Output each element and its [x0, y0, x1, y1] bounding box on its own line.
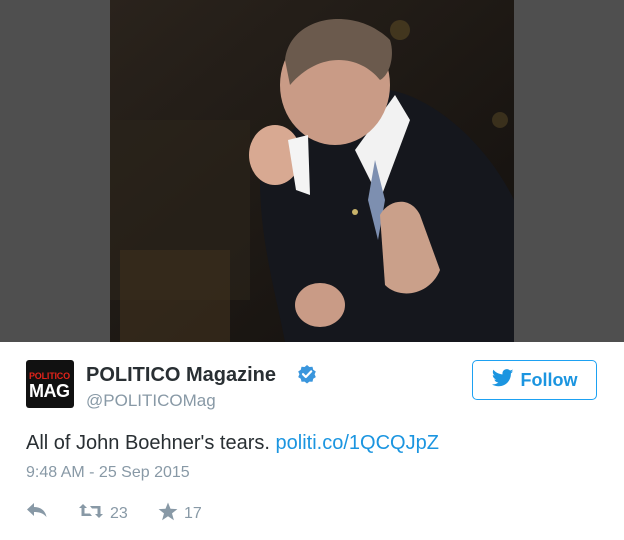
tweet-link[interactable]: politi.co/1QCQJpZ: [276, 432, 439, 454]
retweet-button[interactable]: 23: [78, 502, 128, 525]
verified-badge-icon: [297, 364, 317, 384]
avatar-logo-bottom: MAG: [29, 381, 70, 401]
retweet-icon: [78, 502, 104, 525]
favorite-button[interactable]: 17: [158, 502, 202, 526]
follow-label: Follow: [520, 369, 578, 390]
author-name[interactable]: POLITICO Magazine: [86, 364, 276, 387]
retweet-count: 23: [110, 504, 128, 522]
tweet-text: All of John Boehner's tears. politi.co/1…: [26, 432, 439, 455]
tweet-photo[interactable]: [110, 0, 514, 342]
avatar-logo-top: POLITICO: [29, 371, 70, 381]
tweet-text-body: All of John Boehner's tears.: [26, 432, 276, 454]
tweet-media[interactable]: [0, 0, 624, 342]
star-icon: [158, 502, 178, 526]
author-avatar[interactable]: POLITICO MAG: [26, 360, 74, 408]
tweet-timestamp[interactable]: 9:48 AM - 25 Sep 2015: [26, 464, 190, 482]
twitter-bird-icon: [491, 368, 514, 392]
follow-button[interactable]: Follow: [472, 360, 597, 400]
reply-button[interactable]: [26, 502, 48, 523]
reply-icon: [26, 502, 48, 523]
favorite-count: 17: [184, 505, 202, 522]
author-handle[interactable]: @POLITICOMag: [86, 391, 216, 411]
